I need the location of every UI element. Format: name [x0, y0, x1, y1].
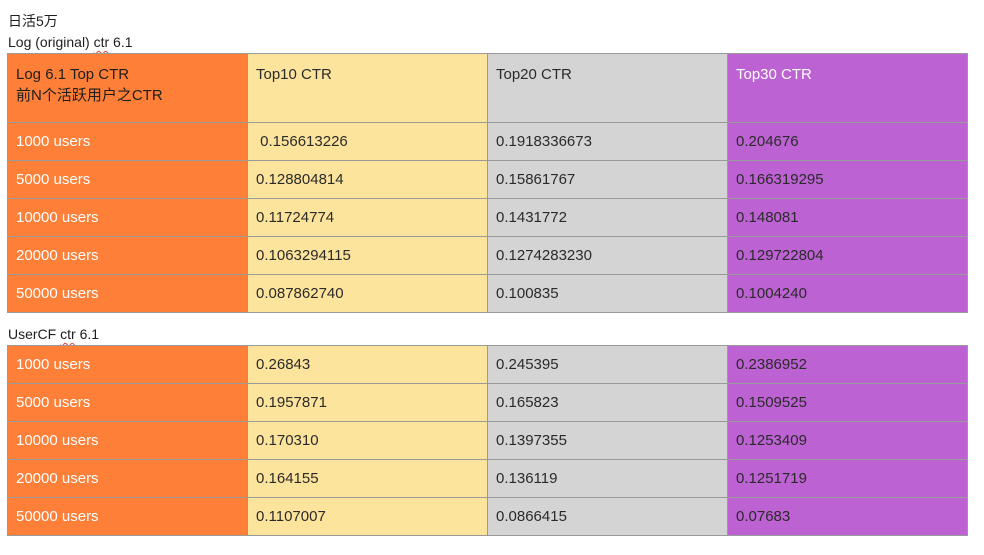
cell-top30[interactable]: 0.1251719 — [727, 459, 968, 498]
section-title-usercf-prefix: UserCF — [8, 326, 61, 342]
table-row: 1000 users 0.156613226 0.1918336673 0.20… — [7, 122, 968, 161]
table-row: 20000 users 0.164155 0.136119 0.1251719 — [7, 459, 968, 498]
cell-top30[interactable]: 0.129722804 — [727, 236, 968, 275]
row-label[interactable]: 1000 users — [7, 122, 248, 161]
section-title-log-suffix: 6.1 — [109, 34, 133, 50]
cell-top10[interactable]: 0.156613226 — [247, 122, 488, 161]
table-row: 50000 users 0.087862740 0.100835 0.10042… — [7, 274, 968, 313]
row-label[interactable]: 20000 users — [7, 459, 248, 498]
cell-top10[interactable]: 0.164155 — [247, 459, 488, 498]
cell-top30[interactable]: 0.204676 — [727, 122, 968, 161]
header-top10[interactable]: Top10 CTR — [247, 53, 488, 123]
log-ctr-table: Log 6.1 Top CTR 前N个活跃用户之CTR Top10 CTR To… — [7, 53, 968, 313]
table-row: 1000 users 0.26843 0.245395 0.2386952 — [7, 345, 968, 384]
table-row: 20000 users 0.1063294115 0.1274283230 0.… — [7, 236, 968, 275]
header-corner-subtitle: 前N个活跃用户之CTR — [16, 87, 163, 104]
row-label[interactable]: 50000 users — [7, 497, 248, 536]
table-row: 10000 users 0.170310 0.1397355 0.1253409 — [7, 421, 968, 460]
table-row: 5000 users 0.1957871 0.165823 0.1509525 — [7, 383, 968, 422]
row-label[interactable]: 10000 users — [7, 198, 248, 237]
row-label[interactable]: 10000 users — [7, 421, 248, 460]
table-header-row: Log 6.1 Top CTR 前N个活跃用户之CTR Top10 CTR To… — [7, 53, 968, 123]
header-top20[interactable]: Top20 CTR — [487, 53, 728, 123]
cell-top20[interactable]: 0.136119 — [487, 459, 728, 498]
cell-top10[interactable]: 0.087862740 — [247, 274, 488, 313]
cell-top30[interactable]: 0.2386952 — [727, 345, 968, 384]
cell-top20[interactable]: 0.1918336673 — [487, 122, 728, 161]
cell-top10[interactable]: 0.11724774 — [247, 198, 488, 237]
header-corner-title: Log 6.1 Top CTR — [16, 66, 130, 83]
row-label[interactable]: 5000 users — [7, 160, 248, 199]
table-row: 50000 users 0.1107007 0.0866415 0.07683 — [7, 497, 968, 536]
cell-top20[interactable]: 0.1397355 — [487, 421, 728, 460]
cell-top30[interactable]: 0.1253409 — [727, 421, 968, 460]
cell-top20[interactable]: 0.245395 — [487, 345, 728, 384]
spellcheck-word: ctr — [60, 326, 76, 342]
table-row: 5000 users 0.128804814 0.15861767 0.1663… — [7, 160, 968, 199]
section-title-log-prefix: Log (original) — [8, 34, 94, 50]
section-title-log: Log (original) ctr 6.1 — [8, 33, 133, 51]
cell-top20[interactable]: 0.100835 — [487, 274, 728, 313]
row-label[interactable]: 20000 users — [7, 236, 248, 275]
cell-top20[interactable]: 0.0866415 — [487, 497, 728, 536]
header-corner-cell[interactable]: Log 6.1 Top CTR 前N个活跃用户之CTR — [7, 53, 248, 123]
cell-top10[interactable]: 0.1063294115 — [247, 236, 488, 275]
cell-top10[interactable]: 0.1957871 — [247, 383, 488, 422]
spellcheck-word: ctr — [93, 34, 110, 50]
cell-top10[interactable]: 0.1107007 — [247, 497, 488, 536]
cell-top30[interactable]: 0.07683 — [727, 497, 968, 536]
usercf-ctr-table: 1000 users 0.26843 0.245395 0.2386952 50… — [7, 345, 968, 536]
cell-top10[interactable]: 0.26843 — [247, 345, 488, 384]
cell-top10[interactable]: 0.128804814 — [247, 160, 488, 199]
row-label[interactable]: 5000 users — [7, 383, 248, 422]
cell-top20[interactable]: 0.165823 — [487, 383, 728, 422]
cell-top30[interactable]: 0.148081 — [727, 198, 968, 237]
row-label[interactable]: 50000 users — [7, 274, 248, 313]
page-heading: 日活5万 — [8, 13, 58, 29]
cell-top30[interactable]: 0.1509525 — [727, 383, 968, 422]
cell-top30[interactable]: 0.1004240 — [727, 274, 968, 313]
table-row: 10000 users 0.11724774 0.1431772 0.14808… — [7, 198, 968, 237]
section-title-usercf-suffix: 6.1 — [75, 326, 100, 342]
cell-top20[interactable]: 0.1431772 — [487, 198, 728, 237]
cell-top20[interactable]: 0.1274283230 — [487, 236, 728, 275]
header-top30[interactable]: Top30 CTR — [727, 53, 968, 123]
section-title-usercf: UserCF ctr 6.1 — [8, 325, 99, 343]
cell-top20[interactable]: 0.15861767 — [487, 160, 728, 199]
cell-top10[interactable]: 0.170310 — [247, 421, 488, 460]
row-label[interactable]: 1000 users — [7, 345, 248, 384]
cell-top30[interactable]: 0.166319295 — [727, 160, 968, 199]
